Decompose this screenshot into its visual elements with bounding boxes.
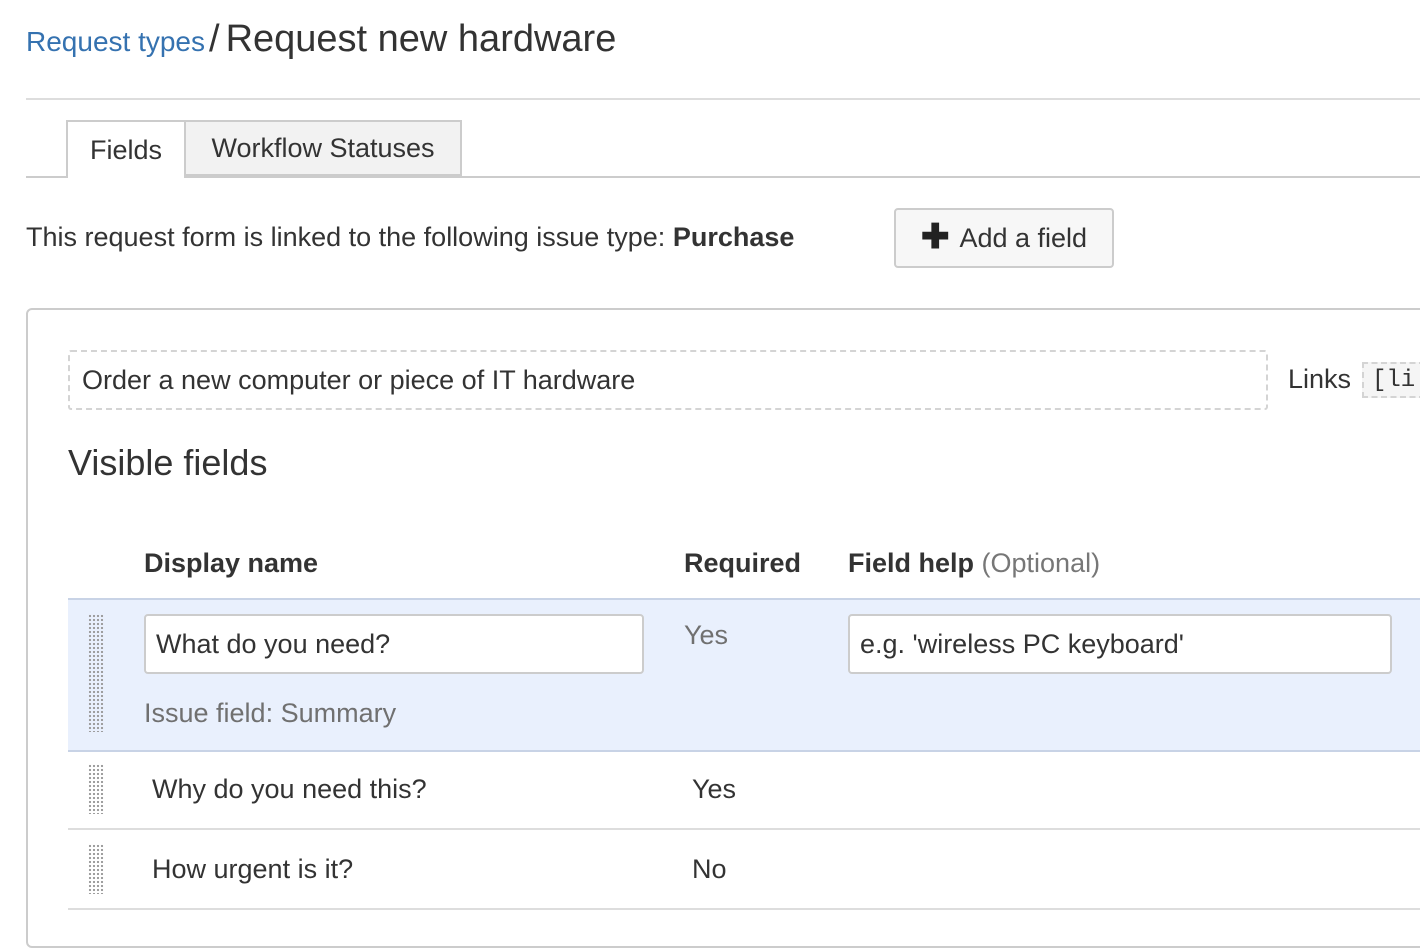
issue-type-prefix: This request form is linked to the follo… (26, 222, 666, 252)
tab-divider (26, 176, 1420, 178)
header-divider (26, 98, 1420, 100)
column-header-field-help: Field help (Optional) (848, 548, 1100, 579)
links-code-field[interactable]: [li (1362, 362, 1420, 398)
field-display-name[interactable]: How urgent is it? (152, 854, 353, 885)
links-label: Links (1288, 364, 1352, 394)
field-required-value: Yes (692, 774, 737, 804)
page-title: Request new hardware (225, 18, 617, 60)
row-divider (68, 828, 1420, 830)
required-value: Yes (684, 620, 729, 650)
column-header-display-name: Display name (144, 548, 319, 578)
breadcrumb-separator: / (209, 18, 220, 60)
drag-handle-icon[interactable] (88, 844, 104, 894)
column-header-required: Required (684, 548, 802, 578)
drag-handle-icon[interactable] (88, 764, 104, 814)
add-field-label: Add a field (959, 222, 1088, 253)
tab-workflow-statuses[interactable]: Workflow Statuses (184, 120, 462, 176)
tab-fields[interactable]: Fields (66, 120, 186, 178)
plus-icon: ✚ (920, 217, 950, 256)
issue-field-info: Issue field: Summary (144, 698, 397, 728)
field-help-optional-label: (Optional) (981, 548, 1101, 578)
field-required-value: No (692, 854, 727, 884)
breadcrumb: Request types / Request new hardware (26, 18, 616, 61)
display-name-input[interactable]: What do you need? (144, 614, 644, 674)
breadcrumb-request-types-link[interactable]: Request types (26, 26, 205, 57)
field-help-label: Field help (848, 548, 975, 578)
issue-type-info: This request form is linked to the follo… (26, 222, 794, 253)
row-divider (68, 908, 1420, 910)
visible-fields-title: Visible fields (68, 442, 268, 483)
drag-handle-icon[interactable] (88, 614, 104, 732)
field-help-input[interactable]: e.g. 'wireless PC keyboard' (848, 614, 1392, 674)
request-description-field[interactable]: Order a new computer or piece of IT hard… (68, 350, 1268, 410)
issue-type-value: Purchase (672, 222, 795, 252)
field-display-name[interactable]: Why do you need this? (152, 774, 427, 805)
add-field-button[interactable]: ✚ Add a field (894, 208, 1114, 268)
